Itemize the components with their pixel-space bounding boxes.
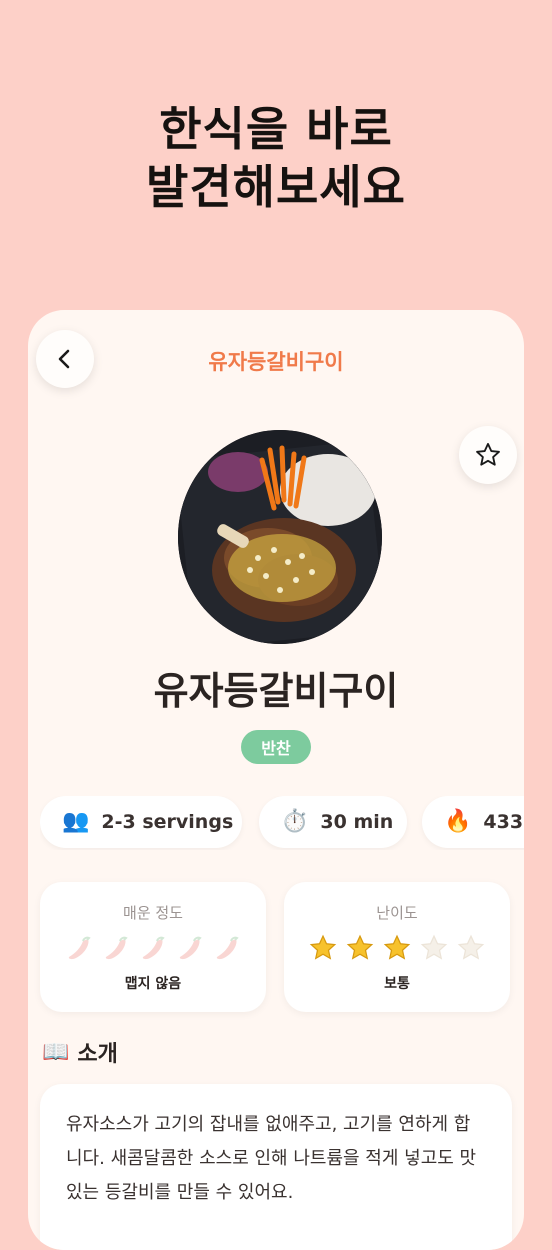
- category-tag[interactable]: 반찬: [241, 730, 311, 764]
- spice-level-card: 매운 정도 맵지 않음: [40, 882, 266, 1012]
- servings-pill: 👥 2-3 servings: [40, 796, 242, 848]
- dish-name: 유자등갈비구이: [153, 669, 399, 713]
- difficulty-label: 난이도: [376, 904, 418, 922]
- difficulty-rating: [284, 933, 510, 963]
- spice-level-value: 맵지 않음: [124, 976, 182, 992]
- fire-icon: 🔥: [444, 809, 472, 834]
- chili-icon: [179, 936, 202, 960]
- dish-photo-illustration: [178, 430, 382, 644]
- intro-description: 유자소스가 고기의 잡내를 없애주고, 고기를 연하게 합니다. 새콤달콤한 소…: [40, 1084, 512, 1250]
- calories-label: 433: [483, 811, 524, 833]
- star-filled-icon: [383, 934, 411, 960]
- calories-pill: 🔥 433: [422, 796, 524, 848]
- time-label: 30 min: [320, 811, 394, 833]
- star-filled-icon: [346, 934, 374, 960]
- star-filled-icon: [309, 934, 337, 960]
- chili-rating: [40, 933, 266, 963]
- people-icon: 👥: [62, 809, 90, 834]
- chili-icon: [142, 936, 165, 960]
- book-icon: 📖: [42, 1039, 70, 1065]
- headline-line-2: 발견해보세요: [146, 160, 406, 214]
- header-title: 유자등갈비구이: [208, 350, 344, 374]
- time-pill: ⏱️ 30 min: [259, 796, 407, 848]
- chili-icon: [105, 936, 128, 960]
- info-pills: 👥 2-3 servings ⏱️ 30 min 🔥 433: [40, 796, 524, 850]
- dish-photo: [178, 430, 382, 644]
- chili-icon: [68, 936, 91, 960]
- chili-icon: [216, 936, 239, 960]
- hero-headline: 한식을 바로 발견해보세요: [0, 100, 552, 216]
- intro-title: 소개: [77, 1042, 118, 1067]
- servings-label: 2-3 servings: [101, 811, 234, 833]
- difficulty-value: 보통: [384, 976, 410, 992]
- star-outline-icon: [476, 442, 500, 466]
- star-empty-icon: [420, 934, 448, 960]
- headline-line-1: 한식을 바로: [159, 102, 393, 156]
- difficulty-card: 난이도 보통: [284, 882, 510, 1012]
- intro-section-title: 📖 소개: [42, 1036, 118, 1068]
- spice-level-label: 매운 정도: [123, 904, 183, 922]
- stopwatch-icon: ⏱️: [281, 809, 309, 834]
- recipe-detail-card: 유자등갈비구이 유자등갈비구이 반찬 👥 2-3 servings ⏱️ 30 …: [28, 310, 524, 1250]
- star-empty-icon: [457, 934, 485, 960]
- favorite-button[interactable]: [459, 426, 517, 484]
